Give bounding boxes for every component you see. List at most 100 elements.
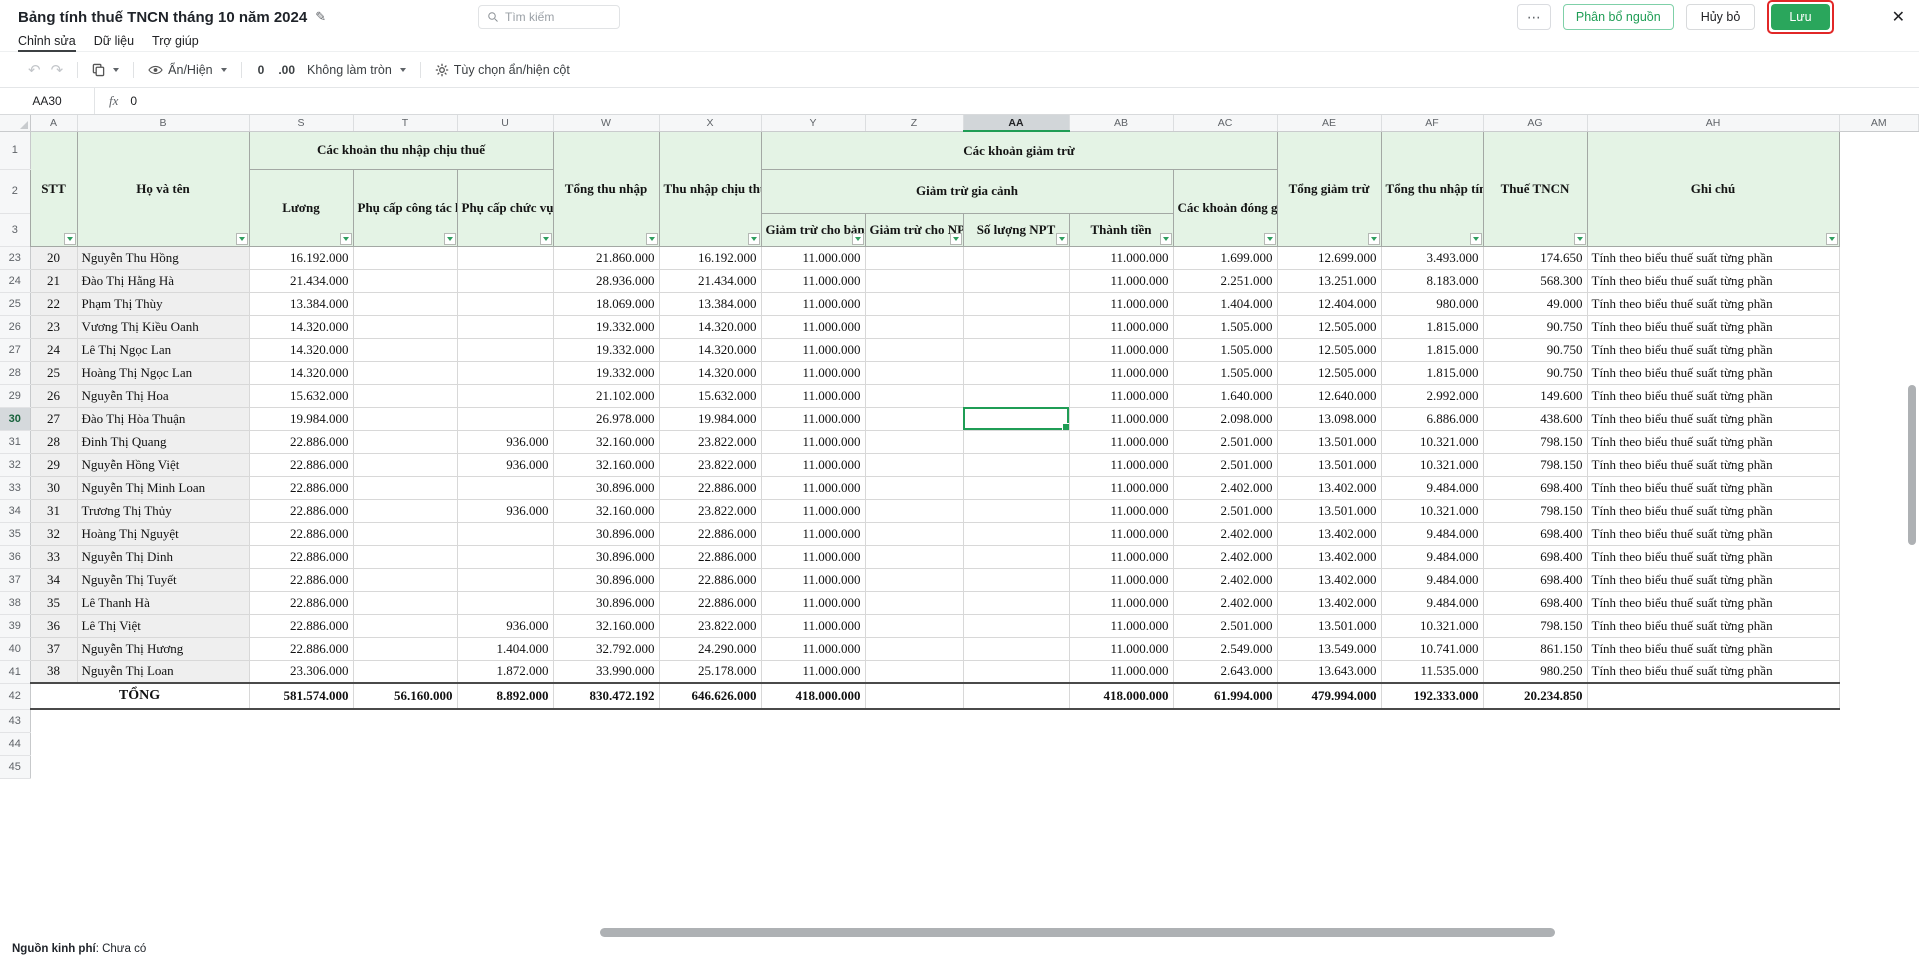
cell-Z29[interactable]: [865, 384, 963, 407]
cell-AM40[interactable]: [1839, 637, 1919, 660]
cell-AB38[interactable]: 11.000.000: [1069, 591, 1173, 614]
row-header-36[interactable]: 36: [0, 545, 30, 568]
undo-icon[interactable]: ↶: [28, 61, 41, 79]
row-header-35[interactable]: 35: [0, 522, 30, 545]
cell-B26[interactable]: Vương Thị Kiều Oanh: [77, 315, 249, 338]
cell-AG29[interactable]: 149.600: [1483, 384, 1587, 407]
cell-W34[interactable]: 32.160.000: [553, 499, 659, 522]
cell-Z35[interactable]: [865, 522, 963, 545]
cell-W42[interactable]: 830.472.192: [553, 683, 659, 709]
cell-X30[interactable]: 19.984.000: [659, 407, 761, 430]
cell-AG41[interactable]: 980.250: [1483, 660, 1587, 683]
cell-S26[interactable]: 14.320.000: [249, 315, 353, 338]
cell-AA39[interactable]: [963, 614, 1069, 637]
cell-AB24[interactable]: 11.000.000: [1069, 269, 1173, 292]
cell-AH42[interactable]: [1587, 683, 1839, 709]
cell-B40[interactable]: Nguyễn Thị Hương: [77, 637, 249, 660]
cell-AG26[interactable]: 90.750: [1483, 315, 1587, 338]
cell-AE23[interactable]: 12.699.000: [1277, 246, 1381, 269]
cell-U28[interactable]: [457, 361, 553, 384]
vertical-scrollbar[interactable]: [1908, 385, 1916, 545]
cell-AA40[interactable]: [963, 637, 1069, 660]
cell-Y24[interactable]: 11.000.000: [761, 269, 865, 292]
cell-AM27[interactable]: [1839, 338, 1919, 361]
cell-AG42[interactable]: 20.234.850: [1483, 683, 1587, 709]
filter-icon[interactable]: [646, 233, 658, 245]
search-input[interactable]: [505, 10, 611, 24]
cell-AB39[interactable]: 11.000.000: [1069, 614, 1173, 637]
cell-AG38[interactable]: 698.400: [1483, 591, 1587, 614]
cell-U38[interactable]: [457, 591, 553, 614]
filter-icon[interactable]: [950, 233, 962, 245]
cell-B24[interactable]: Đào Thị Hằng Hà: [77, 269, 249, 292]
row-header-1[interactable]: 1: [0, 131, 30, 169]
cell-U29[interactable]: [457, 384, 553, 407]
row-header-38[interactable]: 38: [0, 591, 30, 614]
cell-X40[interactable]: 24.290.000: [659, 637, 761, 660]
cell-U41[interactable]: 1.872.000: [457, 660, 553, 683]
cell-T24[interactable]: [353, 269, 457, 292]
cell-AH34[interactable]: Tính theo biểu thuế suất từng phần: [1587, 499, 1839, 522]
cell-T36[interactable]: [353, 545, 457, 568]
cell-T40[interactable]: [353, 637, 457, 660]
cell-AF34[interactable]: 10.321.000: [1381, 499, 1483, 522]
cell-AM30[interactable]: [1839, 407, 1919, 430]
cell-T29[interactable]: [353, 384, 457, 407]
cell-AH23[interactable]: Tính theo biểu thuế suất từng phần: [1587, 246, 1839, 269]
cell-AB42[interactable]: 418.000.000: [1069, 683, 1173, 709]
cell-Y42[interactable]: 418.000.000: [761, 683, 865, 709]
cell-AF40[interactable]: 10.741.000: [1381, 637, 1483, 660]
cell-AM32[interactable]: [1839, 453, 1919, 476]
cell-AG31[interactable]: 798.150: [1483, 430, 1587, 453]
cell-AM41[interactable]: [1839, 660, 1919, 683]
cell-Z38[interactable]: [865, 591, 963, 614]
cell-S41[interactable]: 23.306.000: [249, 660, 353, 683]
cell-U35[interactable]: [457, 522, 553, 545]
cell-X37[interactable]: 22.886.000: [659, 568, 761, 591]
cell-AH29[interactable]: Tính theo biểu thuế suất từng phần: [1587, 384, 1839, 407]
cell-Z24[interactable]: [865, 269, 963, 292]
row-header-31[interactable]: 31: [0, 430, 30, 453]
cell-A41[interactable]: 38: [30, 660, 77, 683]
cell-Y41[interactable]: 11.000.000: [761, 660, 865, 683]
cell-AE42[interactable]: 479.994.000: [1277, 683, 1381, 709]
cell-Y30[interactable]: 11.000.000: [761, 407, 865, 430]
empty-row-area[interactable]: [30, 755, 1919, 778]
column-header-Y[interactable]: Y: [761, 115, 865, 131]
cell-AB26[interactable]: 11.000.000: [1069, 315, 1173, 338]
save-button[interactable]: Lưu: [1771, 4, 1829, 30]
cell-AM36[interactable]: [1839, 545, 1919, 568]
cell-S38[interactable]: 22.886.000: [249, 591, 353, 614]
empty-row-area[interactable]: [30, 709, 1919, 732]
column-header-AB[interactable]: AB: [1069, 115, 1173, 131]
cell-AA25[interactable]: [963, 292, 1069, 315]
column-header-B[interactable]: B: [77, 115, 249, 131]
cell-B28[interactable]: Hoàng Thị Ngọc Lan: [77, 361, 249, 384]
filter-icon[interactable]: [748, 233, 760, 245]
cell-AE39[interactable]: 13.501.000: [1277, 614, 1381, 637]
cell-AM24[interactable]: [1839, 269, 1919, 292]
cell-Y37[interactable]: 11.000.000: [761, 568, 865, 591]
row-header-2[interactable]: 2: [0, 169, 30, 213]
cell-W36[interactable]: 30.896.000: [553, 545, 659, 568]
cell-AH31[interactable]: Tính theo biểu thuế suất từng phần: [1587, 430, 1839, 453]
cell-A40[interactable]: 37: [30, 637, 77, 660]
cell-T41[interactable]: [353, 660, 457, 683]
column-header-Z[interactable]: Z: [865, 115, 963, 131]
cell-AF42[interactable]: 192.333.000: [1381, 683, 1483, 709]
cell-T37[interactable]: [353, 568, 457, 591]
column-header-AA[interactable]: AA: [963, 115, 1069, 131]
cell-B27[interactable]: Lê Thị Ngọc Lan: [77, 338, 249, 361]
row-header-27[interactable]: 27: [0, 338, 30, 361]
cell-AC30[interactable]: 2.098.000: [1173, 407, 1277, 430]
cell-AH38[interactable]: Tính theo biểu thuế suất từng phần: [1587, 591, 1839, 614]
filter-icon[interactable]: [852, 233, 864, 245]
cell-W23[interactable]: 21.860.000: [553, 246, 659, 269]
cell-A26[interactable]: 23: [30, 315, 77, 338]
cell-S34[interactable]: 22.886.000: [249, 499, 353, 522]
cell-Z36[interactable]: [865, 545, 963, 568]
cell-Z42[interactable]: [865, 683, 963, 709]
cell-AB25[interactable]: 11.000.000: [1069, 292, 1173, 315]
filter-icon[interactable]: [340, 233, 352, 245]
cell-AE38[interactable]: 13.402.000: [1277, 591, 1381, 614]
